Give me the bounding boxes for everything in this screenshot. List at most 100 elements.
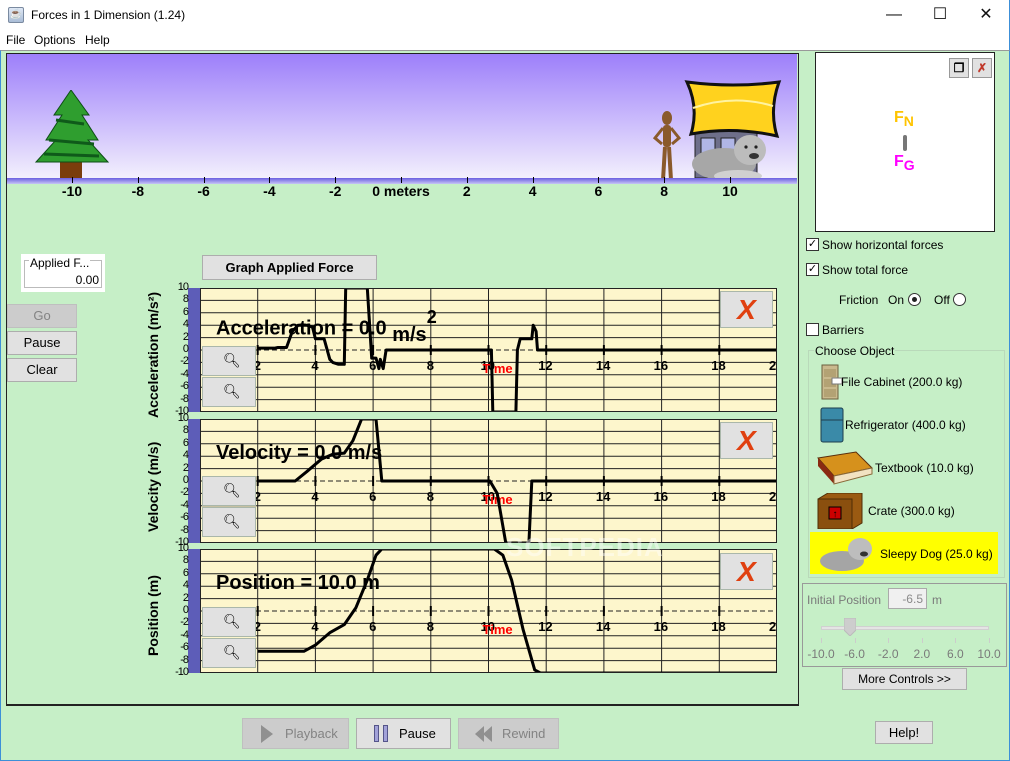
zoom-out-icon: 🔍︎	[223, 644, 241, 660]
velocity-y-tick-label: 6	[182, 436, 189, 449]
tree-icon	[34, 90, 110, 180]
title-bar: ☕ Forces in 1 Dimension (1.24) — ☐ ✕	[0, 0, 1010, 31]
clear-button[interactable]: Clear	[7, 358, 77, 382]
scene-tick-label: 0 meters	[372, 183, 430, 199]
menu-options[interactable]: Options	[34, 33, 75, 47]
acceleration-y-tick-label: 8	[182, 293, 189, 306]
textbook-icon	[817, 451, 874, 485]
fbd-close-button[interactable]: ✗	[972, 58, 992, 78]
scene-tick-label: 8	[660, 183, 669, 199]
close-x-icon: X	[737, 294, 756, 325]
zoom-out-icon: 🔍︎	[223, 513, 241, 529]
graph-applied-force-button[interactable]: Graph Applied Force	[202, 255, 377, 280]
fbd-undock-button[interactable]: ❐	[949, 58, 969, 78]
java-app-icon: ☕	[8, 7, 24, 23]
position-y-tick-label: 4	[182, 579, 189, 592]
help-button[interactable]: Help!	[875, 721, 933, 744]
time-axis-label: Time	[483, 361, 513, 376]
position-graph[interactable]: 2468101214161820Time	[200, 549, 777, 673]
object-textbook[interactable]: Textbook (10.0 kg)	[810, 447, 998, 489]
svg-text:↑: ↑	[833, 509, 838, 520]
acceleration-zoom-in-button[interactable]: 🔍︎	[202, 346, 256, 376]
acceleration-zoom-out-button[interactable]: 🔍︎	[202, 377, 256, 407]
sleepy-dog-object[interactable]	[688, 130, 774, 184]
rewind-button[interactable]: Rewind	[458, 718, 559, 749]
friction-off-radio[interactable]	[953, 293, 966, 306]
velocity-y-tick-label: -6	[180, 511, 189, 524]
show-horizontal-forces-label: Show horizontal forces	[822, 238, 944, 252]
velocity-readout: Velocity = 0.0 m/s	[216, 442, 383, 464]
show-horizontal-forces-checkbox[interactable]: ✓	[806, 238, 819, 251]
object-file-cabinet[interactable]: File Cabinet (200.0 kg)	[810, 361, 998, 403]
applied-force-title: Applied F...	[29, 256, 91, 270]
initial-position-input[interactable]: -6.5	[888, 588, 927, 609]
barriers-label: Barriers	[822, 323, 865, 337]
acceleration-close-graph-button[interactable]: X	[720, 291, 773, 328]
divider	[6, 705, 799, 706]
velocity-zoom-out-button[interactable]: 🔍︎	[202, 507, 256, 537]
object-refrigerator[interactable]: Refrigerator (400.0 kg)	[810, 404, 998, 446]
scene-tick-label: 10	[722, 183, 738, 199]
applied-force-input[interactable]: 0.00	[76, 273, 99, 287]
x-tick-label: 16	[654, 358, 668, 373]
scene-tick-label: 2	[462, 183, 471, 199]
initial-position-unit: m	[932, 593, 942, 607]
position-y-tick-label: -10	[175, 666, 189, 678]
scene-tick-label: -8	[131, 183, 145, 199]
slider-tick-label: -6.0	[844, 647, 865, 661]
slider-tick-mark	[921, 638, 923, 643]
x-tick-label: 4	[311, 489, 319, 504]
object-label: Sleepy Dog (25.0 kg)	[880, 547, 993, 561]
velocity-plot: 2468101214161820Time	[201, 420, 776, 542]
x-tick-label: 4	[311, 358, 319, 373]
pause-button[interactable]: Pause	[7, 331, 77, 355]
playback-pause-button[interactable]: Pause	[356, 718, 451, 749]
velocity-graph[interactable]: 2468101214161820Time	[200, 419, 777, 543]
x-tick-label: 6	[369, 619, 376, 634]
maximize-button[interactable]: ☐	[917, 0, 963, 31]
more-controls-button[interactable]: More Controls >>	[842, 668, 967, 690]
scene-tick-label: 4	[528, 183, 537, 199]
object-label: File Cabinet (200.0 kg)	[841, 375, 963, 389]
slider-tick-label: 10.0	[977, 647, 1001, 661]
slider-tick-mark	[854, 638, 856, 643]
minimize-button[interactable]: —	[871, 0, 917, 31]
position-plot: 2468101214161820Time	[201, 550, 777, 672]
object-sleepy-dog[interactable]: Sleepy Dog (25.0 kg)	[810, 532, 998, 574]
x-tick-label: 18	[711, 489, 725, 504]
zoom-in-icon: 🔍︎	[223, 482, 241, 498]
menu-file[interactable]: File	[6, 33, 25, 47]
acceleration-graph[interactable]: 2468101214161820Time	[200, 288, 777, 412]
acceleration-y-tick-label: 0	[182, 343, 189, 355]
initial-position-slider-thumb[interactable]	[843, 617, 857, 637]
position-y-tick-label: -6	[180, 641, 189, 654]
x-tick-label: 20	[769, 619, 777, 634]
zoom-in-icon: 🔍︎	[223, 613, 241, 629]
object-label: Refrigerator (400.0 kg)	[845, 418, 966, 432]
show-total-force-checkbox[interactable]: ✓	[806, 263, 819, 276]
barriers-checkbox[interactable]	[806, 323, 819, 336]
playback-button[interactable]: Playback	[242, 718, 349, 749]
x-tick-label: 18	[711, 619, 725, 634]
velocity-y-tick-label: 0	[182, 474, 189, 486]
acceleration-y-tick-label: 10	[177, 281, 189, 293]
velocity-y-tick-label: 4	[182, 449, 189, 462]
close-button[interactable]: ✕	[963, 0, 1009, 31]
friction-on-radio[interactable]	[908, 293, 921, 306]
position-close-graph-button[interactable]: X	[720, 553, 773, 590]
acceleration-plot: 2468101214161820Time	[201, 289, 777, 411]
velocity-close-graph-button[interactable]: X	[720, 422, 773, 459]
object-crate[interactable]: ↑ Crate (300.0 kg)	[810, 490, 998, 532]
menu-help[interactable]: Help	[85, 33, 110, 47]
x-tick-label: 8	[427, 489, 434, 504]
position-zoom-in-button[interactable]: 🔍︎	[202, 607, 256, 637]
position-y-tick-label: 0	[182, 604, 189, 616]
position-zoom-out-button[interactable]: 🔍︎	[202, 638, 256, 668]
velocity-y-tick-label: -4	[180, 498, 189, 511]
velocity-zoom-in-button[interactable]: 🔍︎	[202, 476, 256, 506]
x-tick-label: 20	[769, 358, 777, 373]
velocity-y-tick-label: -8	[180, 523, 189, 536]
slider-tick-mark	[821, 638, 822, 643]
go-button[interactable]: Go	[7, 304, 77, 328]
velocity-y-tick-label: 8	[182, 424, 189, 437]
